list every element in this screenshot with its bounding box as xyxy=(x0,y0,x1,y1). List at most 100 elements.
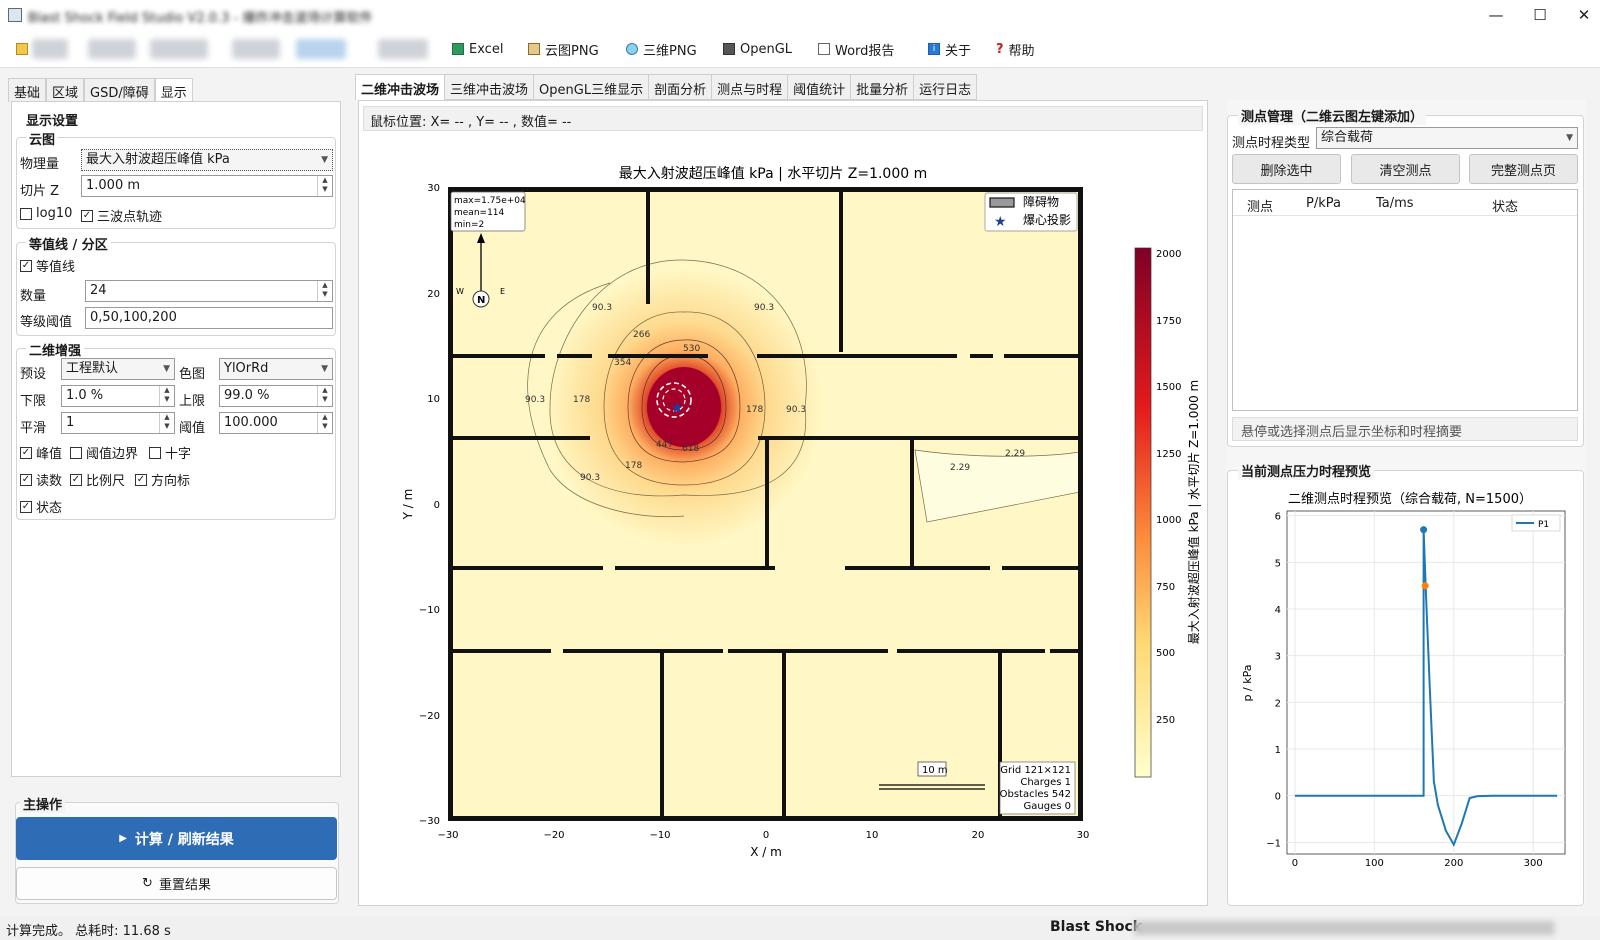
slice-z-field[interactable]: 1.000 m ▲ ▼ xyxy=(81,175,333,197)
peak-checkbox[interactable]: ✓ 峰值 xyxy=(20,443,62,462)
threshold-field[interactable]: 100.000 ▲ ▼ xyxy=(219,412,333,434)
clear-gauges-button[interactable]: 清空测点 xyxy=(1351,154,1460,184)
reset-button[interactable]: ↻ 重置结果 xyxy=(16,867,337,900)
close-button[interactable]: ✕ xyxy=(1566,4,1600,26)
column-pressure[interactable]: P/kPa xyxy=(1306,196,1341,211)
x-tick: 30 xyxy=(1077,830,1090,841)
toolbar-blurred-item[interactable] xyxy=(150,39,208,59)
toolbar-blurred-item[interactable] xyxy=(378,39,428,59)
time-history-chart[interactable]: 二维测点时程预览（综合载荷, N=1500） 6 5 4 3 2 1 0 −1 0 100 200… xyxy=(1232,483,1580,871)
levels-field[interactable]: 0,50,100,200 xyxy=(85,307,333,329)
tab-gsd-obstacles[interactable]: GSD/障碍 xyxy=(84,78,155,102)
colorbar-tick: 500 xyxy=(1156,648,1175,659)
display-settings-title: 显示设置 xyxy=(26,114,79,129)
scalebar-checkbox[interactable]: ✓ 比例尺 xyxy=(70,470,125,489)
tab-profile[interactable]: 剖面分析 xyxy=(649,74,713,100)
toolbar-about[interactable]: i 关于 xyxy=(928,39,971,59)
center-tab-bar: 二维冲击波场 三维冲击波场 OpenGL三维显示 剖面分析 测点与时程 阈值统计… xyxy=(355,74,978,100)
reset-label: 重置结果 xyxy=(158,878,211,893)
stats-max: max=1.75e+04 xyxy=(454,196,526,206)
crosshair-checkbox[interactable]: 十字 xyxy=(149,443,191,462)
plot-title: 最大入射波超压峰值 kPa | 水平切片 Z=1.000 m xyxy=(619,166,928,182)
document-icon xyxy=(818,43,830,55)
tab-display[interactable]: 显示 xyxy=(154,78,193,102)
compass-checkbox[interactable]: ✓ 方向标 xyxy=(135,470,190,489)
toolbar-cloud-png[interactable]: 云图PNG xyxy=(528,39,599,59)
colormap-value: YlOrRd xyxy=(224,361,269,376)
column-arrival-time[interactable]: Ta/ms xyxy=(1376,196,1414,211)
contour-label: 447 xyxy=(656,440,673,450)
readout-checkbox[interactable]: ✓ 读数 xyxy=(20,470,62,489)
status-checkbox[interactable]: ✓ 状态 xyxy=(20,497,62,516)
column-status[interactable]: 状态 xyxy=(1492,196,1518,215)
gauge-type-value: 综合载荷 xyxy=(1321,130,1374,145)
toolbar-excel[interactable]: Excel xyxy=(452,39,503,59)
colormap-select[interactable]: YlOrRd ▼ xyxy=(219,358,333,380)
toolbar-opengl[interactable]: OpenGL xyxy=(723,39,792,59)
toolbar-blurred-item[interactable] xyxy=(232,39,280,59)
spinner-icon[interactable]: ▲ ▼ xyxy=(317,281,332,301)
upper-field[interactable]: 99.0 % ▲ ▼ xyxy=(219,385,333,407)
colorbar-label: 最大入射波超压峰值 kPa | 水平切片 Z=1.000 m xyxy=(1186,380,1201,644)
lower-field[interactable]: 1.0 % ▲ ▼ xyxy=(61,385,175,407)
contour-checkbox[interactable]: ✓ 等值线 xyxy=(20,256,75,275)
checkbox-label: 阈值边界 xyxy=(86,447,139,462)
gauge-table[interactable] xyxy=(1232,189,1578,411)
spinner-icon[interactable]: ▲ ▼ xyxy=(317,413,332,433)
x-tick: 10 xyxy=(866,830,879,841)
folder-icon[interactable] xyxy=(16,43,28,55)
y-axis-label: Y / m xyxy=(401,489,415,521)
play-icon: ▶ xyxy=(119,833,127,844)
contour-label: 90.3 xyxy=(592,303,612,313)
threshold-label: 阈值 xyxy=(179,421,206,436)
tab-basic[interactable]: 基础 xyxy=(8,78,47,102)
preset-value: 工程默认 xyxy=(66,361,119,376)
toolbar-help[interactable]: ? 帮助 xyxy=(996,39,1035,59)
field-plot[interactable]: 最大入射波超压峰值 kPa | 水平切片 Z=1.000 m 90.3 266 … xyxy=(360,140,1206,904)
toolbar-word-report[interactable]: Word报告 xyxy=(818,39,894,59)
contour-count-field[interactable]: 24 ▲ ▼ xyxy=(85,280,333,302)
quantity-select[interactable]: 最大入射波超压峰值 kPa ▼ xyxy=(81,149,333,171)
colorbar-tick: 750 xyxy=(1156,582,1175,593)
y-tick-label: 5 xyxy=(1275,558,1281,569)
tab-threshold-stats[interactable]: 阈值统计 xyxy=(788,74,852,100)
tab-opengl[interactable]: OpenGL三维显示 xyxy=(534,74,650,100)
spinner-icon[interactable]: ▲ ▼ xyxy=(317,386,332,406)
compute-button[interactable]: ▶ 计算 / 刷新结果 xyxy=(16,817,337,860)
log10-label: log10 xyxy=(36,206,73,221)
smooth-field[interactable]: 1 ▲ ▼ xyxy=(61,412,175,434)
tab-log[interactable]: 运行日志 xyxy=(914,74,978,100)
spinner-icon[interactable]: ▲ ▼ xyxy=(159,386,174,406)
tab-gauges[interactable]: 测点与时程 xyxy=(712,74,789,100)
chart-x-ticks: 0 100 200 300 xyxy=(1292,858,1543,869)
full-gauge-page-button[interactable]: 完整测点页 xyxy=(1469,154,1578,184)
tab-3d-field[interactable]: 三维冲击波场 xyxy=(445,74,535,100)
triple-point-checkbox[interactable]: ✓ 三波点轨迹 xyxy=(81,206,162,225)
tab-batch[interactable]: 批量分析 xyxy=(851,74,915,100)
toolbar-blurred-item[interactable] xyxy=(296,39,346,59)
gauge-type-select[interactable]: 综合载荷 ▼ xyxy=(1316,127,1578,149)
slice-z-value: 1.000 m xyxy=(86,178,141,193)
y-tick: 30 xyxy=(427,183,440,194)
contour-label: 178 xyxy=(746,405,763,415)
toolbar-blurred-item[interactable] xyxy=(88,39,136,59)
quantity-value: 最大入射波超压峰值 kPa xyxy=(86,152,230,167)
preset-select[interactable]: 工程默认 ▼ xyxy=(61,358,175,380)
column-gauge[interactable]: 测点 xyxy=(1247,196,1273,215)
spinner-icon[interactable]: ▲ ▼ xyxy=(317,176,332,196)
gauge-hint: 悬停或选择测点后显示坐标和时程摘要 xyxy=(1232,417,1578,441)
toolbar-blurred-item[interactable] xyxy=(32,39,68,59)
tab-region[interactable]: 区域 xyxy=(46,78,85,102)
threshold-value: 100.000 xyxy=(224,415,278,430)
x-tick: −10 xyxy=(649,830,670,841)
minimize-button[interactable]: — xyxy=(1478,4,1514,26)
tab-2d-field[interactable]: 二维冲击波场 xyxy=(355,74,446,100)
spinner-icon[interactable]: ▲ ▼ xyxy=(159,413,174,433)
triple-point-label: 三波点轨迹 xyxy=(97,210,163,225)
toolbar-3d-png[interactable]: 三维PNG xyxy=(626,39,697,59)
window-title: Blast Shock Field Studio V2.0.3 - 爆炸冲击波场… xyxy=(28,11,373,26)
maximize-button[interactable]: ☐ xyxy=(1522,4,1558,26)
threshold-boundary-checkbox[interactable]: 阈值边界 xyxy=(70,443,138,462)
delete-selected-button[interactable]: 删除选中 xyxy=(1232,154,1341,184)
log10-checkbox[interactable]: log10 xyxy=(20,206,72,221)
